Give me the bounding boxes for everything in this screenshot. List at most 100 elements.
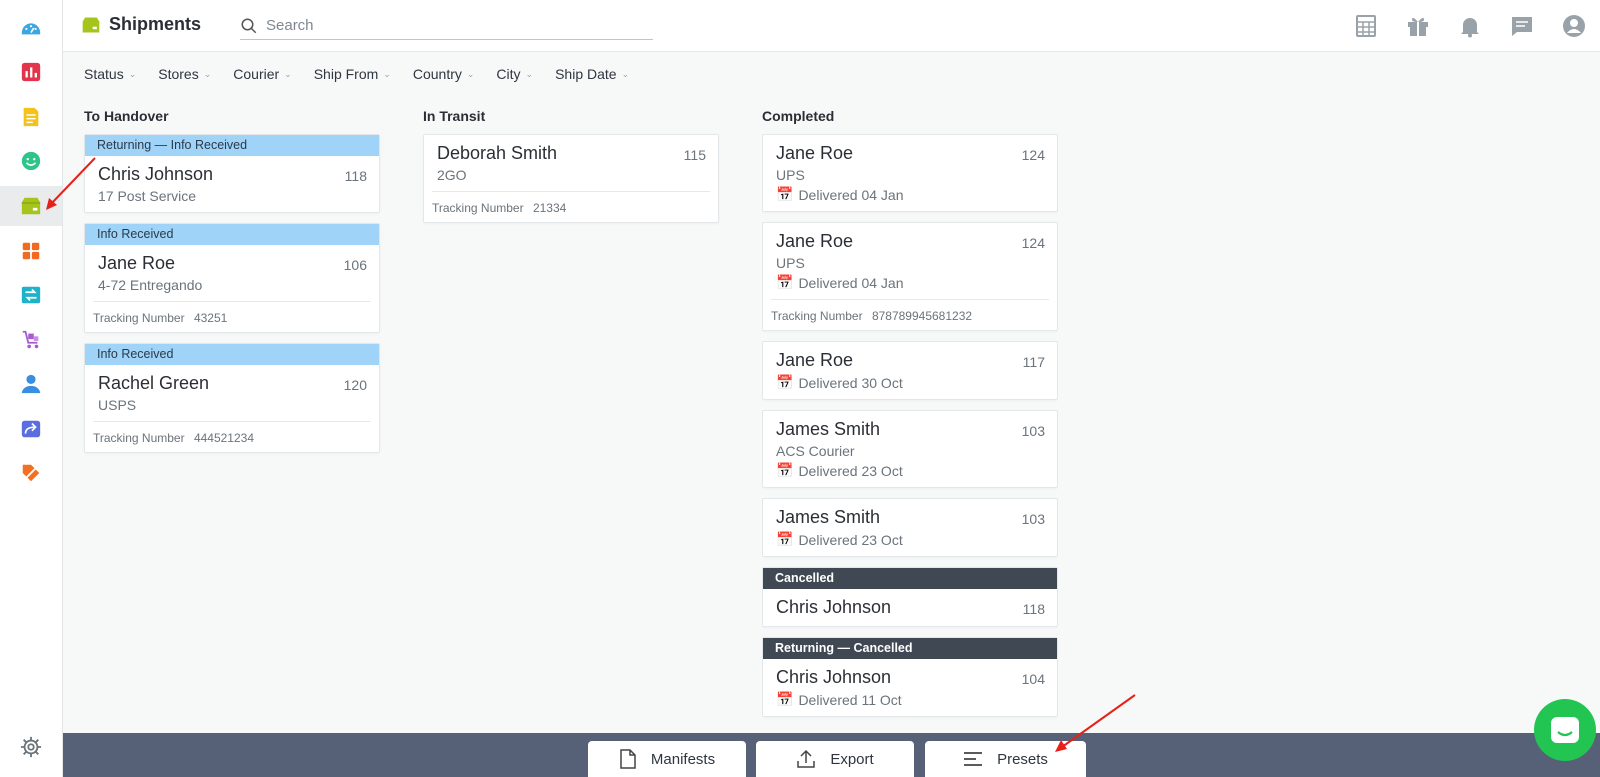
calendar-icon: 📅 [776,186,794,202]
apps-icon [22,242,40,260]
filter-city[interactable]: City ⌄ [496,66,533,82]
filter-ship-from[interactable]: Ship From ⌄ [314,66,391,82]
column-in-transit: In Transit Deborah Smith 115 2GO Trackin… [423,108,719,233]
account-button[interactable] [1548,10,1600,42]
shipment-card[interactable]: James Smith 103 📅 Delivered 23 Oct [762,498,1058,557]
sidebar-item-reports[interactable] [0,52,62,92]
delivery-date-text: Delivered 11 Oct [798,691,902,708]
order-number: 117 [1022,354,1045,370]
shipment-card[interactable]: Deborah Smith 115 2GO Tracking Number 21… [423,134,719,223]
chevron-down-icon: ⌄ [203,68,212,79]
customer-name: Deborah Smith [437,143,558,163]
transfer-icon [21,286,41,304]
manifests-label: Manifests [650,750,716,768]
delivery-date: 📅 Delivered 04 Jan [776,186,1045,203]
notifications-button[interactable] [1444,10,1496,42]
delivery-date: 📅 Delivered 11 Oct [776,691,1045,708]
header-icons [1340,10,1600,42]
gift-button[interactable] [1392,10,1444,42]
shipment-card[interactable]: Returning — Cancelled Chris Johnson 104 … [762,637,1058,717]
status-tag: Returning — Info Received [85,135,379,156]
page-title: Shipments [81,14,201,35]
tracking-number: 444521234 [193,431,255,445]
shipment-card[interactable]: Returning — Info Received Chris Johnson … [84,134,380,213]
delivery-date: 📅 Delivered 04 Jan [776,274,1045,291]
customer-name: Chris Johnson [776,597,892,617]
courier-name: 4-72 Entregando [98,277,203,293]
order-number: 124 [1021,235,1045,251]
column-title: To Handover [84,108,169,124]
sidebar-item-transfer[interactable] [0,275,62,315]
filter-label: Country [412,66,462,82]
chevron-down-icon: ⌄ [525,68,534,79]
export-label: Export [830,750,874,768]
order-number: 120 [343,377,367,393]
chat-icon [1512,17,1532,36]
delivery-date-text: Delivered 30 Oct [798,374,903,391]
filter-courier[interactable]: Courier ⌄ [233,66,291,82]
shipment-card[interactable]: Jane Roe 124 UPS 📅 Delivered 04 Jan Track… [762,222,1058,331]
delivery-date: 📅 Delivered 23 Oct [776,531,1045,548]
delivery-date-text: Delivered 23 Oct [798,531,903,548]
courier-name: 2GO [437,167,467,183]
settings-button[interactable] [0,727,62,767]
shipment-card[interactable]: Info Received Jane Roe 106 4-72 Entregan… [84,223,380,333]
filter-label: City [496,66,521,82]
filter-status[interactable]: Status ⌄ [84,66,136,82]
courier-name: UPS [776,167,805,183]
column-title: In Transit [423,108,486,124]
delivery-date-text: Delivered 23 Oct [798,462,903,479]
courier-name: 17 Post Service [98,188,197,204]
page-title-text: Shipments [109,14,202,34]
filter-stores[interactable]: Stores ⌄ [158,66,211,82]
search-input[interactable] [266,17,626,34]
shipment-card[interactable]: James Smith 103 ACS Courier 📅 Delivered 2… [762,410,1058,488]
filter-bar: Status ⌄ Stores ⌄ Courier ⌄ Ship From ⌄ Coun… [84,66,651,82]
bell-icon [1461,18,1479,38]
filter-label: Status [84,66,124,82]
sidebar-item-forward[interactable] [0,409,62,449]
status-tag: Returning — Cancelled [763,638,1057,659]
sidebar-item-tag[interactable] [0,453,62,493]
chevron-down-icon: ⌄ [284,68,292,79]
sidebar-item-customers[interactable] [0,141,62,181]
chat-widget-button[interactable] [1534,699,1596,761]
filter-ship-date[interactable]: Ship Date ⌄ [555,66,629,82]
export-button[interactable]: Export [756,741,914,777]
chevron-down-icon: ⌄ [466,68,475,79]
sidebar-item-orders[interactable] [0,97,62,137]
tracking-label: Tracking Number [771,309,863,323]
tracking-label: Tracking Number [93,311,185,325]
shipment-card[interactable]: Jane Roe 117 📅 Delivered 30 Oct [762,341,1058,400]
presets-button[interactable]: Presets [925,741,1086,777]
sidebar-item-user[interactable] [0,364,62,404]
calculator-button[interactable] [1340,10,1392,42]
column-to-handover: To Handover Returning — Info Received Ch… [84,108,380,463]
shipment-card[interactable]: Cancelled Chris Johnson 118 [762,567,1058,627]
sidebar-item-dashboard[interactable] [0,8,62,48]
chat-icon [1551,717,1579,743]
courier-name: USPS [98,397,137,413]
shipment-card[interactable]: Jane Roe 124 UPS 📅 Delivered 04 Jan [762,134,1058,212]
filter-country[interactable]: Country ⌄ [413,66,475,82]
status-tag: Cancelled [763,568,1057,589]
sidebar-item-cart[interactable] [0,320,62,360]
sidebar-item-apps[interactable] [0,231,62,271]
cart-icon [22,330,39,349]
calendar-icon: 📅 [776,691,794,707]
order-number: 118 [344,168,367,184]
gift-icon [1408,17,1428,36]
messages-button[interactable] [1496,10,1548,42]
tracking-label: Tracking Number [432,201,524,215]
shipment-card[interactable]: Info Received Rachel Green 120 USPS Trac… [84,343,380,453]
column-completed: Completed Jane Roe 124 UPS 📅 Delivered 04… [762,108,1058,732]
status-tag: Info Received [85,344,379,365]
top-header: Shipments [63,0,1600,52]
manifests-button[interactable]: Manifests [588,741,746,777]
user-icon [21,374,41,394]
sidebar [0,0,63,777]
sidebar-item-shipments[interactable] [0,186,62,226]
search-icon [241,18,257,33]
courier-name: ACS Courier [776,443,855,459]
account-icon [1563,15,1585,37]
